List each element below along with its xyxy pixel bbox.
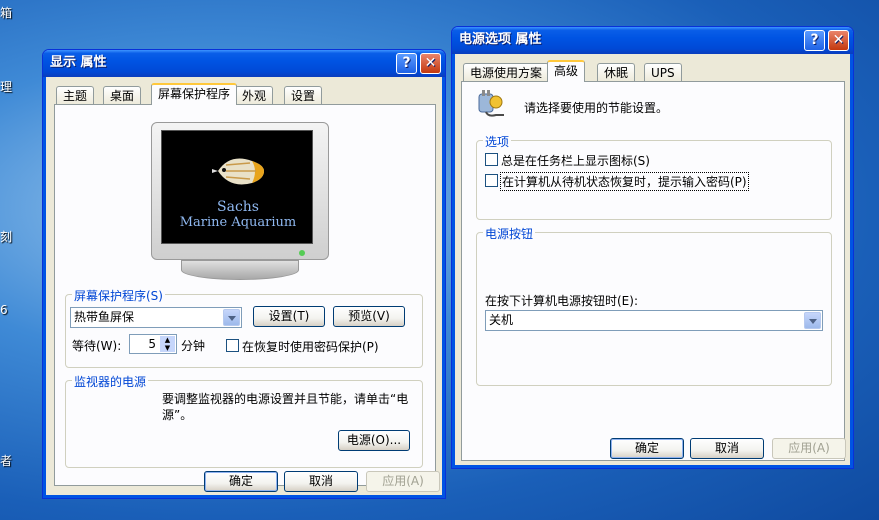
close-button[interactable]: ✕ xyxy=(420,53,441,74)
wait-label: 等待(W): xyxy=(72,339,122,353)
apply-button: 应用(A) xyxy=(366,471,440,492)
apply-button: 应用(A) xyxy=(772,438,846,459)
spin-up-icon[interactable]: ▲ xyxy=(160,336,175,344)
tab-ups[interactable]: UPS xyxy=(644,63,682,82)
monitor-stand xyxy=(181,260,299,280)
title-bar[interactable]: 电源选项 属性 ? ✕ xyxy=(452,27,853,54)
power-button-action-label: 在按下计算机电源按钮时(E): xyxy=(485,294,638,308)
standby-password-checkbox[interactable] xyxy=(485,174,498,187)
options-group: 选项 总是在任务栏上显示图标(S) 在计算机从待机状态恢复时，提示输入密码(P) xyxy=(476,133,832,220)
tab-settings[interactable]: 设置 xyxy=(284,86,323,105)
cancel-button[interactable]: 取消 xyxy=(690,438,764,459)
fish-icon xyxy=(212,151,268,189)
screensaver-select[interactable]: 热带鱼屏保 xyxy=(70,307,242,328)
settings-button[interactable]: 设置(T) xyxy=(253,306,325,327)
desktop-icon-label[interactable]: 刻 xyxy=(0,228,12,245)
tab-desktop[interactable]: 桌面 xyxy=(103,86,142,105)
power-button[interactable]: 电源(O)... xyxy=(338,430,410,451)
wait-spinner[interactable]: 5 ▲ ▼ xyxy=(129,334,177,354)
preview-screen: Sachs Marine Aquarium xyxy=(161,130,313,244)
screensaver-group: 屏幕保护程序(S) 热带鱼屏保 设置(T) 预览(V) 等待(W): 5 ▲ ▼… xyxy=(65,287,423,368)
tray-icon-label[interactable]: 总是在任务栏上显示图标(S) xyxy=(501,152,650,169)
help-button[interactable]: ? xyxy=(804,30,825,51)
screensaver-group-label: 屏幕保护程序(S) xyxy=(72,287,165,304)
help-button[interactable]: ? xyxy=(396,53,417,74)
desktop-icon-label[interactable]: 箱 xyxy=(0,4,12,21)
ok-button[interactable]: 确定 xyxy=(204,471,278,492)
title-bar[interactable]: 显示 属性 ? ✕ xyxy=(43,50,445,77)
preview-title: Sachs xyxy=(217,199,259,215)
tab-hibernate[interactable]: 休眠 xyxy=(597,63,636,82)
tab-strip: 主题 桌面 屏幕保护程序 外观 设置 xyxy=(52,83,432,105)
power-button-action-value: 关机 xyxy=(489,313,514,327)
standby-password-label[interactable]: 在计算机从待机状态恢复时，提示输入密码(P) xyxy=(500,172,749,191)
power-plug-icon xyxy=(476,90,506,118)
tab-appearance[interactable]: 外观 xyxy=(235,86,274,105)
wait-unit: 分钟 xyxy=(181,339,206,353)
monitor-power-group: 监视器的电源 要调整监视器的电源设置并且节能，请单击“电源”。 电源(O)... xyxy=(65,373,423,468)
tab-panel: Sachs Marine Aquarium 屏幕保护程序(S) 热带鱼屏保 设置… xyxy=(54,104,436,486)
tray-icon-checkbox[interactable] xyxy=(485,153,498,166)
options-group-label: 选项 xyxy=(483,133,512,150)
close-button[interactable]: ✕ xyxy=(828,30,849,51)
desktop-icon-label[interactable]: 理 xyxy=(0,78,12,95)
preview-subtitle: Marine Aquarium xyxy=(179,215,297,230)
screensaver-select-value: 热带鱼屏保 xyxy=(74,310,135,324)
tab-screensaver[interactable]: 屏幕保护程序 xyxy=(151,83,238,105)
tab-panel: 请选择要使用的节能设置。 选项 总是在任务栏上显示图标(S) 在计算机从待机状态… xyxy=(461,81,845,461)
chevron-down-icon[interactable] xyxy=(223,309,240,326)
power-button-action-select[interactable]: 关机 xyxy=(485,310,823,331)
tab-power-schemes[interactable]: 电源使用方案 xyxy=(463,63,550,82)
intro-text: 请选择要使用的节能设置。 xyxy=(524,101,669,115)
desktop-icon-label[interactable]: 6 xyxy=(0,303,8,317)
spin-down-icon[interactable]: ▼ xyxy=(160,344,175,352)
window-title: 显示 属性 xyxy=(50,55,107,70)
ok-button[interactable]: 确定 xyxy=(610,438,684,459)
power-buttons-group: 电源按钮 在按下计算机电源按钮时(E): 关机 xyxy=(476,225,832,386)
desktop-icon-label[interactable]: 者 xyxy=(0,452,12,469)
chevron-down-icon[interactable] xyxy=(804,312,821,329)
power-options-window: 电源选项 属性 ? ✕ 电源使用方案 高级 休眠 UPS 请选择要使用的节能设置… xyxy=(451,26,854,469)
cancel-button[interactable]: 取消 xyxy=(284,471,358,492)
monitor-power-text: 要调整监视器的电源设置并且节能，请单击“电源”。 xyxy=(162,392,409,422)
password-protect-checkbox[interactable] xyxy=(226,339,239,352)
monitor-power-label: 监视器的电源 xyxy=(72,373,149,390)
window-title: 电源选项 属性 xyxy=(459,32,542,47)
wait-value[interactable]: 5 xyxy=(148,337,156,351)
password-protect-label[interactable]: 在恢复时使用密码保护(P) xyxy=(242,338,379,355)
monitor-preview: Sachs Marine Aquarium xyxy=(151,122,329,282)
power-buttons-group-label: 电源按钮 xyxy=(483,225,536,242)
preview-button[interactable]: 预览(V) xyxy=(333,306,405,327)
tab-strip: 电源使用方案 高级 休眠 UPS xyxy=(459,60,839,82)
window-body: 电源使用方案 高级 休眠 UPS 请选择要使用的节能设置。 选项 总是在任务栏上… xyxy=(455,54,850,465)
window-body: 主题 桌面 屏幕保护程序 外观 设置 Sachs Marine Aquarium… xyxy=(46,77,442,495)
tab-advanced[interactable]: 高级 xyxy=(547,60,586,82)
tab-themes[interactable]: 主题 xyxy=(56,86,95,105)
display-properties-window: 显示 属性 ? ✕ 主题 桌面 屏幕保护程序 外观 设置 Sachs Marin… xyxy=(42,49,446,499)
